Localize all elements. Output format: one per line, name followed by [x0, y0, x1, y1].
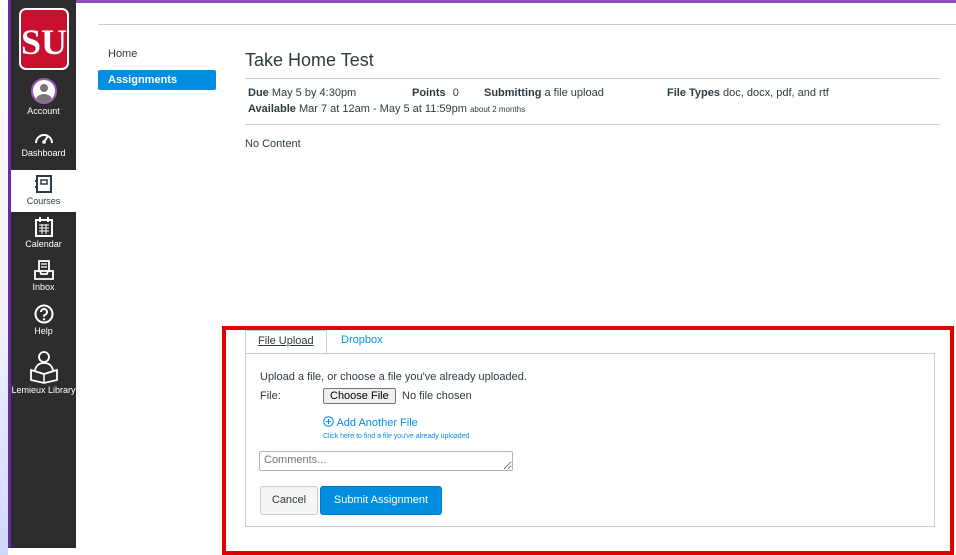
available-info: Available Mar 7 at 12am - May 5 at 11:59…	[248, 103, 525, 115]
divider	[98, 24, 956, 25]
upload-instructions: Upload a file, or choose a file you've a…	[260, 371, 527, 383]
nav-label: Dashboard	[21, 148, 66, 158]
nav-label: Courses	[26, 196, 61, 206]
assignment-description: No Content	[245, 138, 301, 150]
choose-file-button[interactable]: Choose File	[323, 388, 396, 404]
tab-file-upload[interactable]: File Upload	[245, 330, 327, 355]
course-nav-home[interactable]: Home	[98, 44, 216, 64]
add-another-file-link[interactable]: Add Another File	[323, 416, 418, 429]
filetypes-value: doc, docx, pdf, and rtf	[723, 87, 829, 99]
available-label: Available	[248, 103, 296, 115]
available-note: about 2 months	[469, 105, 526, 114]
points-info: Points 0	[412, 87, 459, 99]
due-info: Due May 5 by 4:30pm	[248, 87, 356, 99]
university-logo[interactable]: SU	[19, 8, 69, 70]
file-label: File:	[260, 390, 281, 402]
points-label: Points	[412, 87, 446, 99]
nav-label: Lemieux Library	[11, 385, 76, 395]
top-accent-line	[76, 0, 956, 3]
find-uploaded-file-link[interactable]: Click here to find a file you've already…	[323, 433, 469, 440]
cancel-button[interactable]: Cancel	[260, 486, 318, 515]
library-icon	[29, 351, 58, 384]
points-value: 0	[452, 87, 459, 99]
nav-label: Inbox	[32, 282, 55, 292]
help-icon	[34, 304, 53, 324]
nav-item-account[interactable]: Account	[11, 78, 76, 116]
nav-label: Help	[34, 326, 53, 336]
due-label: Due	[248, 87, 269, 99]
submitting-value: a file upload	[544, 87, 604, 99]
course-nav-assignments[interactable]: Assignments	[98, 70, 216, 90]
add-another-file-label: Add Another File	[336, 417, 418, 429]
global-navigation: SU Account Dashboard Courses Calendar In…	[8, 0, 76, 548]
courses-icon	[34, 175, 52, 193]
dashboard-icon	[34, 134, 53, 144]
nav-item-calendar[interactable]: Calendar	[11, 217, 76, 249]
window-edge	[0, 0, 8, 555]
submitting-label: Submitting	[484, 87, 542, 99]
comments-textarea[interactable]	[259, 451, 513, 471]
inbox-icon	[33, 260, 54, 280]
filetypes-info: File Types doc, docx, pdf, and rtf	[667, 87, 829, 99]
nav-item-courses[interactable]: Courses	[11, 170, 76, 212]
submit-assignment-button[interactable]: Submit Assignment	[320, 486, 442, 515]
divider	[245, 78, 940, 79]
nav-item-library[interactable]: Lemieux Library	[11, 350, 76, 395]
submitting-info: Submitting a file upload	[484, 87, 604, 99]
course-navigation: Home Assignments	[98, 44, 216, 90]
calendar-icon	[34, 217, 53, 237]
nav-item-help[interactable]: Help	[11, 304, 76, 336]
nav-item-dashboard[interactable]: Dashboard	[11, 130, 76, 158]
divider	[245, 124, 940, 125]
filetypes-label: File Types	[667, 87, 720, 99]
nav-label: Account	[27, 106, 60, 116]
available-value: Mar 7 at 12am - May 5 at 11:59pm	[298, 103, 467, 115]
nav-item-inbox[interactable]: Inbox	[11, 260, 76, 292]
avatar	[30, 78, 57, 104]
page-title: Take Home Test	[245, 50, 374, 70]
nav-label: Calendar	[25, 239, 62, 249]
no-file-chosen-text: No file chosen	[402, 390, 472, 402]
due-value: May 5 by 4:30pm	[271, 87, 357, 99]
logo-text: SU	[21, 22, 67, 62]
add-circle-icon	[323, 416, 334, 427]
tab-dropbox[interactable]: Dropbox	[329, 330, 395, 353]
